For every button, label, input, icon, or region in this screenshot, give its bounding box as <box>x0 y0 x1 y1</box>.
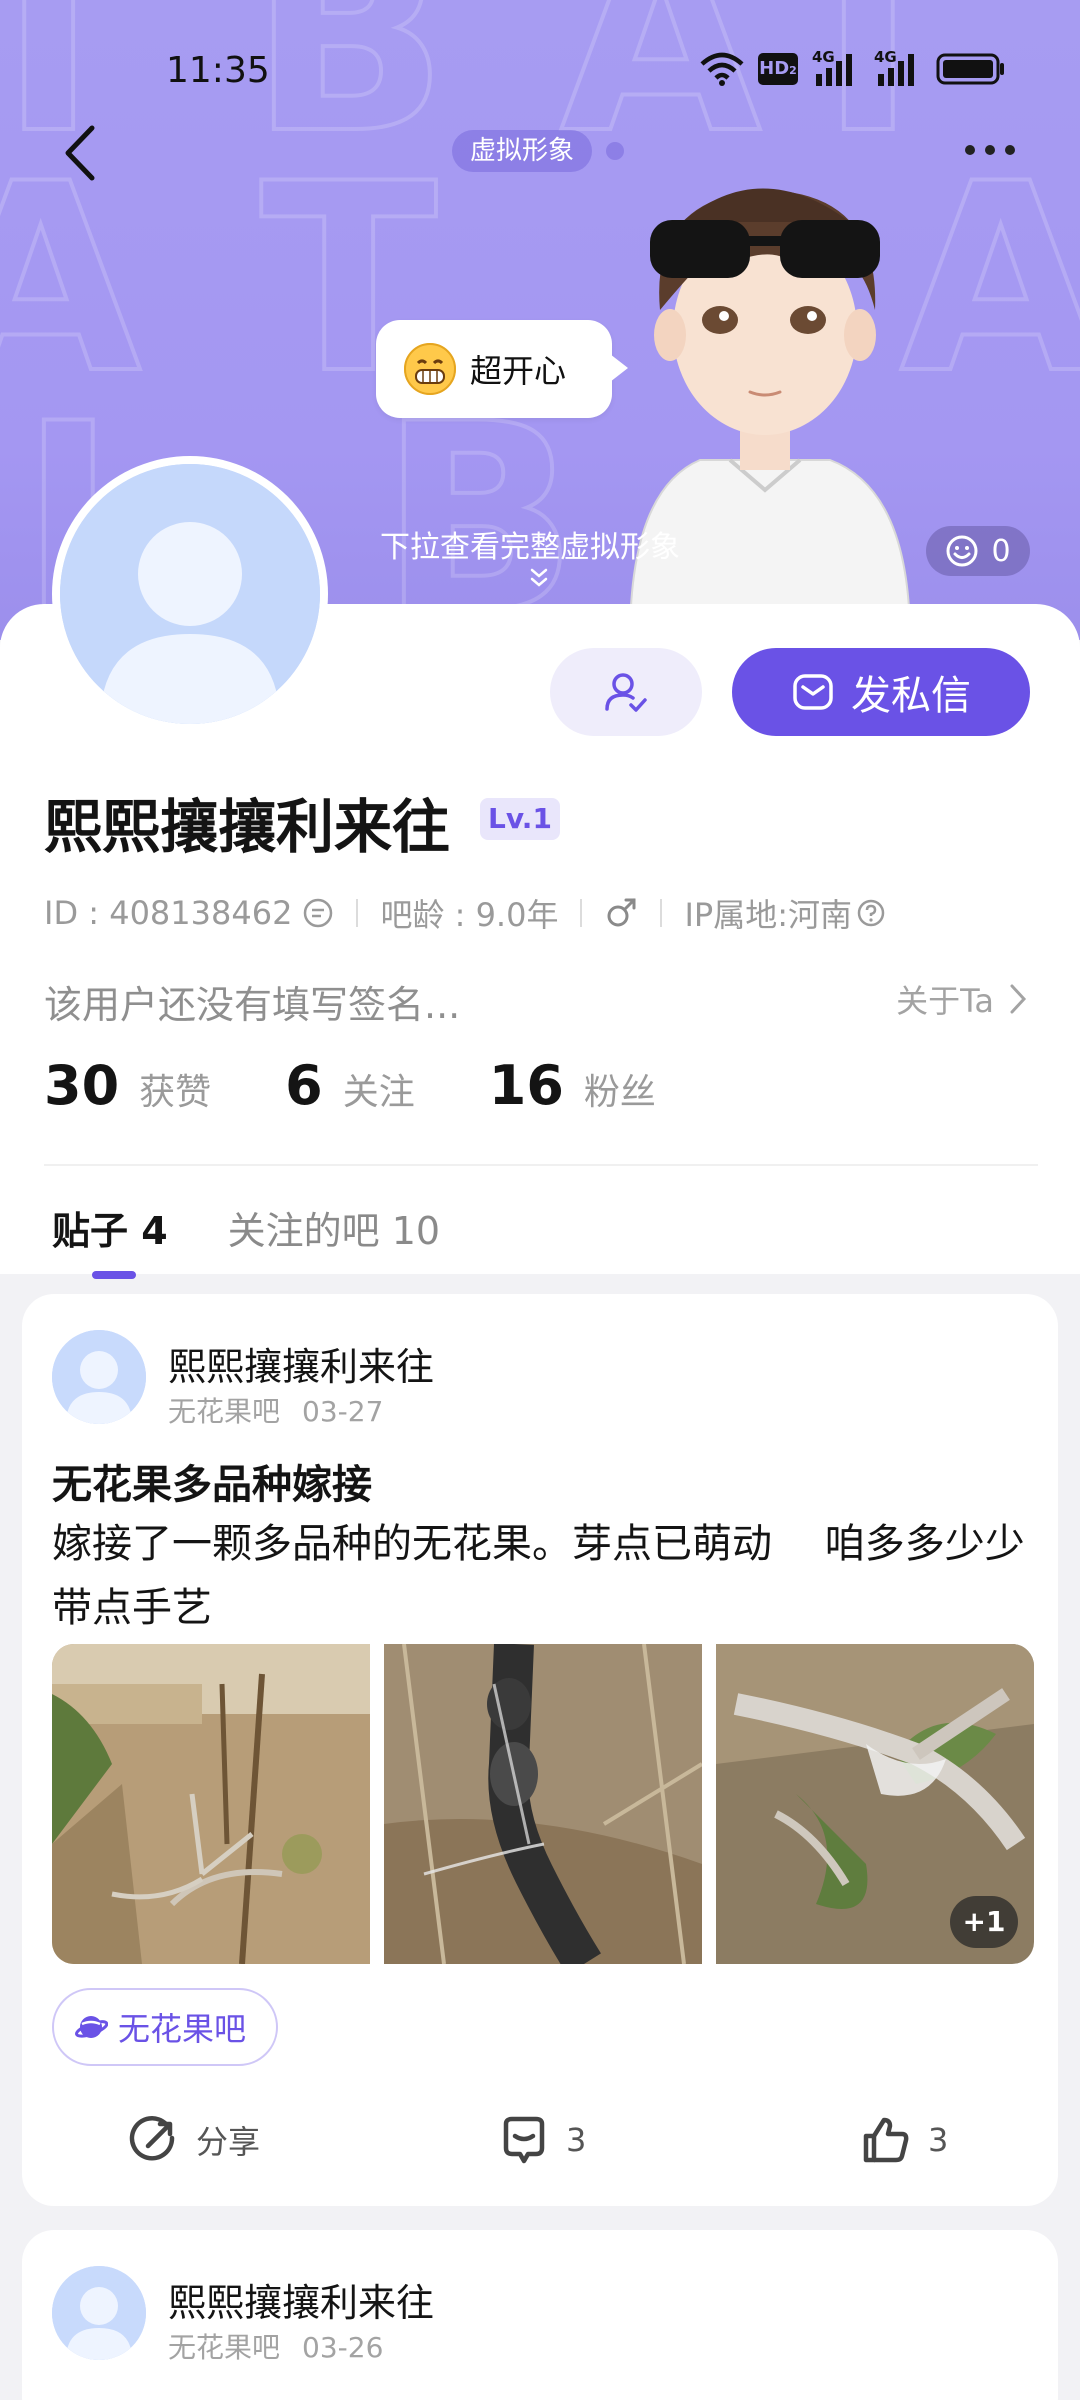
virtual-avatar-figure[interactable] <box>590 160 940 640</box>
following-stat[interactable]: 6 关注 <box>285 1054 415 1117</box>
ip-location: IP属地:河南 <box>684 896 852 934</box>
post-card[interactable]: 熙熙攘攘利来往 无花果吧 03-26 <box>22 2230 1058 2400</box>
hd-icon: HD2 <box>758 53 798 85</box>
forum-tag[interactable]: 无花果吧 <box>52 1988 279 2066</box>
grin-emoji-icon <box>404 343 456 395</box>
tab-posts[interactable]: 贴子 4 <box>52 1200 168 1279</box>
avatar-like-pill[interactable]: 0 <box>926 526 1030 576</box>
more-images-badge[interactable]: +1 <box>950 1896 1018 1948</box>
post-image-graft-branch[interactable]: +1 <box>716 1644 1034 1964</box>
user-id: ID : 408138462 <box>44 894 293 932</box>
pull-down-hint: 下拉查看完整虚拟形象 <box>380 530 680 565</box>
chevron-right-icon <box>1010 984 1027 1014</box>
post-images: +1 <box>52 1644 1034 1964</box>
bubble-text: 超开心 <box>470 352 567 390</box>
signal-icon-2: 4G <box>874 48 922 86</box>
active-tab-indicator <box>92 1271 136 1279</box>
post-title: 无花果多品种嫁接 <box>52 1462 372 1508</box>
forum-age: 吧龄 : 9.0年 <box>380 896 559 934</box>
stat-number: 30 <box>44 1054 120 1117</box>
stat-label: 关注 <box>342 1072 415 1113</box>
message-icon <box>793 674 833 710</box>
profile-meta: ID : 408138462 吧龄 : 9.0年 IP属地:河南 <box>44 890 886 936</box>
hd-sub: 2 <box>789 64 797 77</box>
post-image-fig-tree[interactable] <box>52 1644 370 1964</box>
section-divider <box>44 1164 1038 1166</box>
more-options-icon[interactable] <box>950 125 1030 175</box>
meta-separator <box>356 899 359 927</box>
comment-icon <box>503 2116 545 2164</box>
post-date: 03-27 <box>302 1395 384 1428</box>
post-author-name[interactable]: 熙熙攘攘利来往 <box>168 2272 434 2327</box>
signal-icon-1: 4G <box>812 48 860 86</box>
stat-number: 6 <box>285 1054 323 1117</box>
post-author-name[interactable]: 熙熙攘攘利来往 <box>168 1336 434 1391</box>
meta-separator <box>660 899 663 927</box>
stat-label: 粉丝 <box>583 1072 656 1113</box>
post-meta: 无花果吧 03-26 <box>168 2326 383 2366</box>
post-body: 嫁接了一颗多品种的无花果。芽点已萌动 咱多多少少带点手艺 <box>52 1521 1025 1631</box>
post-forum-name: 无花果吧 <box>168 1395 281 1428</box>
mood-bubble[interactable]: 超开心 <box>376 320 628 418</box>
male-gender-icon <box>607 898 636 927</box>
tab-posts-label: 贴子 4 <box>52 1209 168 1253</box>
thumbs-up-icon <box>863 2117 909 2163</box>
profile-avatar[interactable] <box>52 456 328 732</box>
like-count: 3 <box>928 2121 949 2159</box>
banner-bg-letter: B <box>378 369 580 640</box>
planet-icon <box>75 2016 108 2038</box>
post-author-avatar[interactable] <box>52 2266 146 2360</box>
likes-received-stat[interactable]: 30 获赞 <box>44 1054 211 1117</box>
post-actions: 分享 3 3 <box>22 2100 1058 2180</box>
help-icon[interactable] <box>856 898 886 928</box>
post-author-avatar[interactable] <box>52 1330 146 1424</box>
chip-dot <box>606 142 624 160</box>
tab-followed-forums[interactable]: 关注的吧 10 <box>228 1200 440 1255</box>
double-chevron-down-icon <box>530 568 548 587</box>
post-card[interactable]: 熙熙攘攘利来往 无花果吧 03-27 无花果多品种嫁接 嫁接了一颗多品种的无花果。… <box>22 1294 1058 2206</box>
user-check-icon <box>605 673 647 712</box>
comment-button[interactable]: 3 <box>498 2100 586 2180</box>
forum-tag-label: 无花果吧 <box>118 2010 247 2048</box>
stat-number: 16 <box>488 1054 564 1117</box>
default-avatar-icon <box>60 464 320 724</box>
battery-icon <box>936 53 1004 85</box>
level-badge[interactable]: Lv.1 <box>480 798 560 840</box>
post-image-graft-close[interactable] <box>384 1644 702 1964</box>
share-icon <box>129 2116 175 2161</box>
profile-name: 熙熙攘攘利来往 <box>44 793 451 861</box>
like-button[interactable]: 3 <box>860 2100 948 2180</box>
profile-stats: 30 获赞 6 关注 16 粉丝 <box>44 1054 730 1117</box>
status-time: 11:35 <box>166 50 270 91</box>
user-signature: 该用户还没有填写签名... <box>44 983 461 1027</box>
status-bar: 11:35 HD2 4G 4G <box>0 0 1080 140</box>
about-link[interactable]: 关于Ta <box>896 976 1028 1022</box>
meta-separator <box>580 899 583 927</box>
share-label: 分享 <box>196 2123 261 2161</box>
send-message-label: 发私信 <box>851 673 971 719</box>
stat-label: 获赞 <box>139 1072 212 1113</box>
tab-followed-forums-label: 关注的吧 10 <box>227 1209 441 1253</box>
virtual-avatar-chip[interactable]: 虚拟形象 <box>452 130 593 172</box>
status-icons: HD2 4G 4G <box>700 48 1006 86</box>
post-forum-name: 无花果吧 <box>168 2331 281 2364</box>
send-message-button[interactable]: 发私信 <box>732 648 1030 736</box>
copy-icon[interactable] <box>302 897 334 929</box>
smile-icon <box>946 535 978 567</box>
post-meta: 无花果吧 03-27 <box>168 1390 383 1430</box>
hd-label: HD <box>759 58 790 79</box>
profile-tabs: 贴子 4 关注的吧 10 <box>52 1200 440 1279</box>
about-label: 关于Ta <box>896 982 994 1020</box>
wifi-icon <box>700 52 744 86</box>
avatar-like-count: 0 <box>991 533 1011 569</box>
comment-count: 3 <box>566 2121 587 2159</box>
back-arrow-icon[interactable] <box>56 118 106 188</box>
follow-button[interactable] <box>550 648 702 736</box>
post-date: 03-26 <box>302 2331 384 2364</box>
share-button[interactable]: 分享 <box>128 2100 260 2180</box>
fans-stat[interactable]: 16 粉丝 <box>489 1054 656 1117</box>
